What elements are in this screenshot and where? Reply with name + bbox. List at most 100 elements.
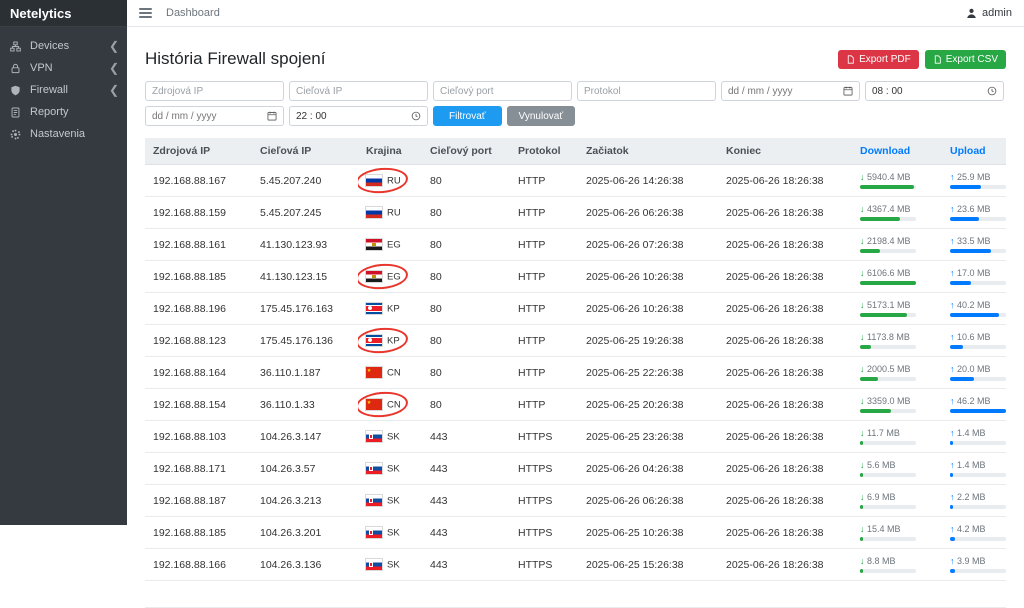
lock-icon: [10, 62, 23, 74]
upload-arrow-icon: ↑: [950, 428, 955, 438]
gears-icon: [10, 128, 23, 140]
end-cell: 2025-06-26 18:26:38: [718, 517, 852, 549]
table-row: 192.168.88.18541.130.123.15EG80HTTP2025-…: [145, 261, 1006, 293]
download-progress-bar: [860, 345, 916, 349]
country-code: CN: [387, 367, 401, 378]
src-ip-cell: 192.168.88.187: [145, 485, 252, 517]
partial-cell: [422, 581, 510, 608]
end-cell: 2025-06-26 18:26:38: [718, 165, 852, 197]
time-from-input[interactable]: 08 : 00: [865, 81, 1004, 101]
start-cell: 2025-06-26 07:26:38: [578, 229, 718, 261]
table-row: 192.168.88.1595.45.207.245RU80HTTP2025-0…: [145, 197, 1006, 229]
flag-kp-icon: [366, 335, 382, 346]
sidebar-item-label: Devices: [30, 40, 109, 52]
csv-file-icon: [933, 55, 942, 64]
download-progress-bar: [860, 185, 916, 189]
pdf-file-icon: [846, 55, 855, 64]
sidebar-item-label: Reporty: [30, 106, 119, 118]
chevron-left-icon: ❮: [109, 85, 119, 95]
dst-ip-cell: 175.45.176.163: [252, 293, 358, 325]
sidebar-nav: Devices ❮ VPN ❮ Firewall ❮: [0, 27, 127, 145]
protocol-cell: HTTP: [510, 261, 578, 293]
protocol-cell: HTTP: [510, 197, 578, 229]
port-cell: 80: [422, 357, 510, 389]
chevron-left-icon: ❮: [109, 41, 119, 51]
upload-arrow-icon: ↑: [950, 364, 955, 374]
upload-arrow-icon: ↑: [950, 492, 955, 502]
sidebar-item-nastavenia[interactable]: Nastavenia: [0, 123, 127, 145]
table-row: 192.168.88.123175.45.176.136KP80HTTP2025…: [145, 325, 1006, 357]
breadcrumb-dashboard[interactable]: Dashboard: [166, 7, 220, 19]
download-arrow-icon: ↓: [860, 524, 865, 534]
filter-button[interactable]: Filtrovať: [433, 106, 502, 126]
upload-cell: ↑ 23.6 MB: [942, 197, 1006, 229]
download-cell: ↓ 5173.1 MB: [852, 293, 942, 325]
time-to-input[interactable]: 22 : 00: [289, 106, 428, 126]
chevron-left-icon: ❮: [109, 63, 119, 73]
upload-arrow-icon: ↑: [950, 556, 955, 566]
dst-ip-cell: 41.130.123.93: [252, 229, 358, 261]
flag-sk-icon: [366, 559, 382, 570]
download-cell: ↓ 8.8 MB: [852, 549, 942, 581]
upload-progress-bar: [950, 281, 1006, 285]
start-cell: 2025-06-26 04:26:38: [578, 453, 718, 485]
download-progress-bar: [860, 473, 916, 477]
download-arrow-icon: ↓: [860, 492, 865, 502]
partial-cell: [252, 581, 358, 608]
flag-cn-icon: [366, 367, 382, 378]
partial-cell: [718, 581, 852, 608]
download-progress-bar: [860, 377, 916, 381]
table-row-partial: [145, 581, 1006, 608]
col-header-country: Krajina: [358, 138, 422, 165]
col-header-upload-sort[interactable]: Upload: [942, 138, 1006, 165]
sidebar-item-firewall[interactable]: Firewall ❮: [0, 79, 127, 101]
start-cell: 2025-06-25 23:26:38: [578, 421, 718, 453]
upload-progress-bar: [950, 249, 1006, 253]
user-name: admin: [982, 7, 1012, 19]
upload-progress-bar: [950, 185, 1006, 189]
country-code: SK: [387, 495, 400, 506]
country-cell: EG: [358, 229, 422, 261]
download-cell: ↓ 5.6 MB: [852, 453, 942, 485]
reset-button[interactable]: Vynulovať: [507, 106, 576, 126]
upload-arrow-icon: ↑: [950, 524, 955, 534]
dst-ip-cell: 104.26.3.136: [252, 549, 358, 581]
download-arrow-icon: ↓: [860, 364, 865, 374]
dst-ip-cell: 36.110.1.187: [252, 357, 358, 389]
country-code: CN: [387, 399, 401, 410]
source-ip-input[interactable]: [145, 81, 284, 101]
table-header-row: Zdrojová IP Cieľová IP Krajina Cieľový p…: [145, 138, 1006, 165]
download-progress-bar: [860, 249, 916, 253]
export-pdf-button[interactable]: Export PDF: [838, 50, 919, 69]
destination-port-input[interactable]: [433, 81, 572, 101]
export-csv-button[interactable]: Export CSV: [925, 50, 1006, 69]
upload-progress-bar: [950, 537, 1006, 541]
upload-cell: ↑ 1.4 MB: [942, 421, 1006, 453]
port-cell: 443: [422, 485, 510, 517]
upload-cell: ↑ 40.2 MB: [942, 293, 1006, 325]
upload-arrow-icon: ↑: [950, 236, 955, 246]
menu-toggle-icon[interactable]: [139, 8, 152, 18]
col-header-source-ip: Zdrojová IP: [145, 138, 252, 165]
page-title: História Firewall spojení: [145, 49, 325, 69]
protocol-input[interactable]: [577, 81, 716, 101]
country-cell: SK: [358, 421, 422, 453]
sidebar-item-devices[interactable]: Devices ❮: [0, 35, 127, 57]
protocol-cell: HTTP: [510, 389, 578, 421]
table-row: 192.168.88.15436.110.1.33CN80HTTP2025-06…: [145, 389, 1006, 421]
destination-ip-input[interactable]: [289, 81, 428, 101]
date-to-input[interactable]: dd / mm / yyyy: [145, 106, 284, 126]
sidebar-item-vpn[interactable]: VPN ❮: [0, 57, 127, 79]
upload-arrow-icon: ↑: [950, 396, 955, 406]
sidebar-item-reporty[interactable]: Reporty: [0, 101, 127, 123]
country-cell: RU: [358, 197, 422, 229]
col-header-download-sort[interactable]: Download: [852, 138, 942, 165]
partial-cell: [510, 581, 578, 608]
sidebar-item-label: Firewall: [30, 84, 109, 96]
date-from-input[interactable]: dd / mm / yyyy: [721, 81, 860, 101]
src-ip-cell: 192.168.88.166: [145, 549, 252, 581]
upload-cell: ↑ 3.9 MB: [942, 549, 1006, 581]
user-menu[interactable]: admin: [965, 7, 1012, 20]
export-pdf-label: Export PDF: [859, 54, 911, 65]
col-header-end: Koniec: [718, 138, 852, 165]
